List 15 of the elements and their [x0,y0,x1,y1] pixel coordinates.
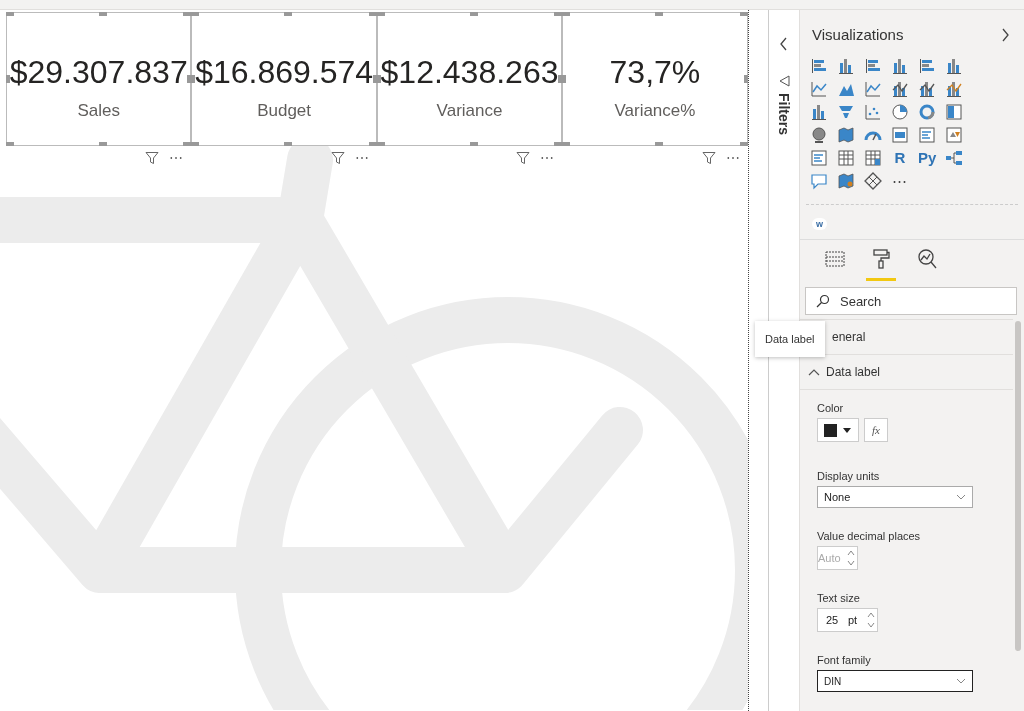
field-label: Value decimal places [817,530,921,542]
card-value: $16.869.574 [195,52,374,91]
card-label: Variance% [614,100,696,121]
card-label: Budget [257,100,312,121]
field-label: Color [817,402,844,414]
tooltip: Data label [755,321,825,357]
card-label: Variance [436,100,503,121]
pane-title: Visualizations [812,26,904,43]
card-value: $12.438.263 [380,52,559,91]
card-value: $29.307.837 [9,52,188,91]
card-value: 73,7% [609,52,701,91]
field-label: Text size [817,592,860,604]
field-label: Display units [817,470,880,482]
field-label: Font family [817,654,871,666]
card-label: Sales [77,100,120,121]
